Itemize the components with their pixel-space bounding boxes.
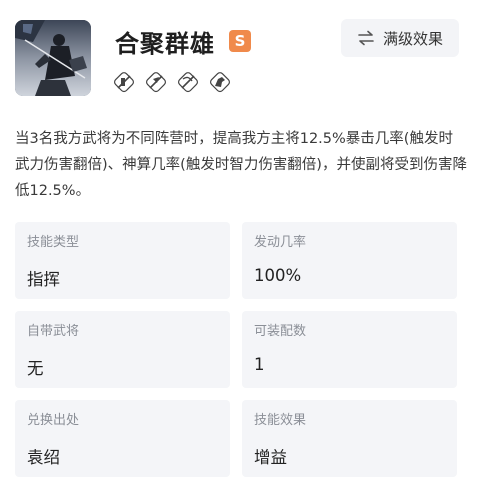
slash-icon — [113, 72, 135, 93]
grade-badge: S — [229, 30, 251, 52]
swap-icon — [358, 30, 374, 46]
attr-value: 无 — [27, 359, 44, 378]
attr-label: 可装配数 — [254, 324, 307, 339]
spear-icon — [145, 72, 167, 93]
attr-label: 技能效果 — [254, 413, 307, 428]
attr-card-trigger-rate: 发动几率 100% — [242, 222, 457, 299]
attr-value: 1 — [254, 355, 265, 374]
attr-value: 100% — [254, 266, 302, 285]
attr-card-equip-count: 可装配数 1 — [242, 311, 457, 388]
attr-value: 指挥 — [27, 270, 60, 289]
title-row: 合聚群雄 S — [115, 24, 251, 58]
attr-card-exchange-source: 兑换出处 袁绍 — [15, 400, 230, 477]
attr-card-skill-type: 技能类型 指挥 — [15, 222, 230, 299]
horse-icon — [209, 72, 231, 93]
attr-label: 兑换出处 — [27, 413, 80, 428]
attr-label: 技能类型 — [27, 235, 80, 250]
skill-thumbnail — [15, 20, 91, 96]
attr-card-skill-effect: 技能效果 增益 — [242, 400, 457, 477]
attr-value: 增益 — [254, 448, 287, 467]
attr-label: 发动几率 — [254, 235, 307, 250]
trait-icons — [113, 71, 231, 93]
attr-value: 袁绍 — [27, 448, 60, 467]
skill-title: 合聚群雄 — [115, 29, 215, 58]
max-effect-button[interactable]: 满级效果 — [341, 19, 459, 57]
attr-card-own-general: 自带武将 无 — [15, 311, 230, 388]
bow-icon — [177, 72, 199, 93]
attr-label: 自带武将 — [27, 324, 80, 339]
skill-description: 当3名我方武将为不同阵营时，提高我方主将12.5%暴击几率(触发时武力伤害翻倍)… — [15, 131, 467, 199]
max-effect-label: 满级效果 — [382, 29, 443, 48]
